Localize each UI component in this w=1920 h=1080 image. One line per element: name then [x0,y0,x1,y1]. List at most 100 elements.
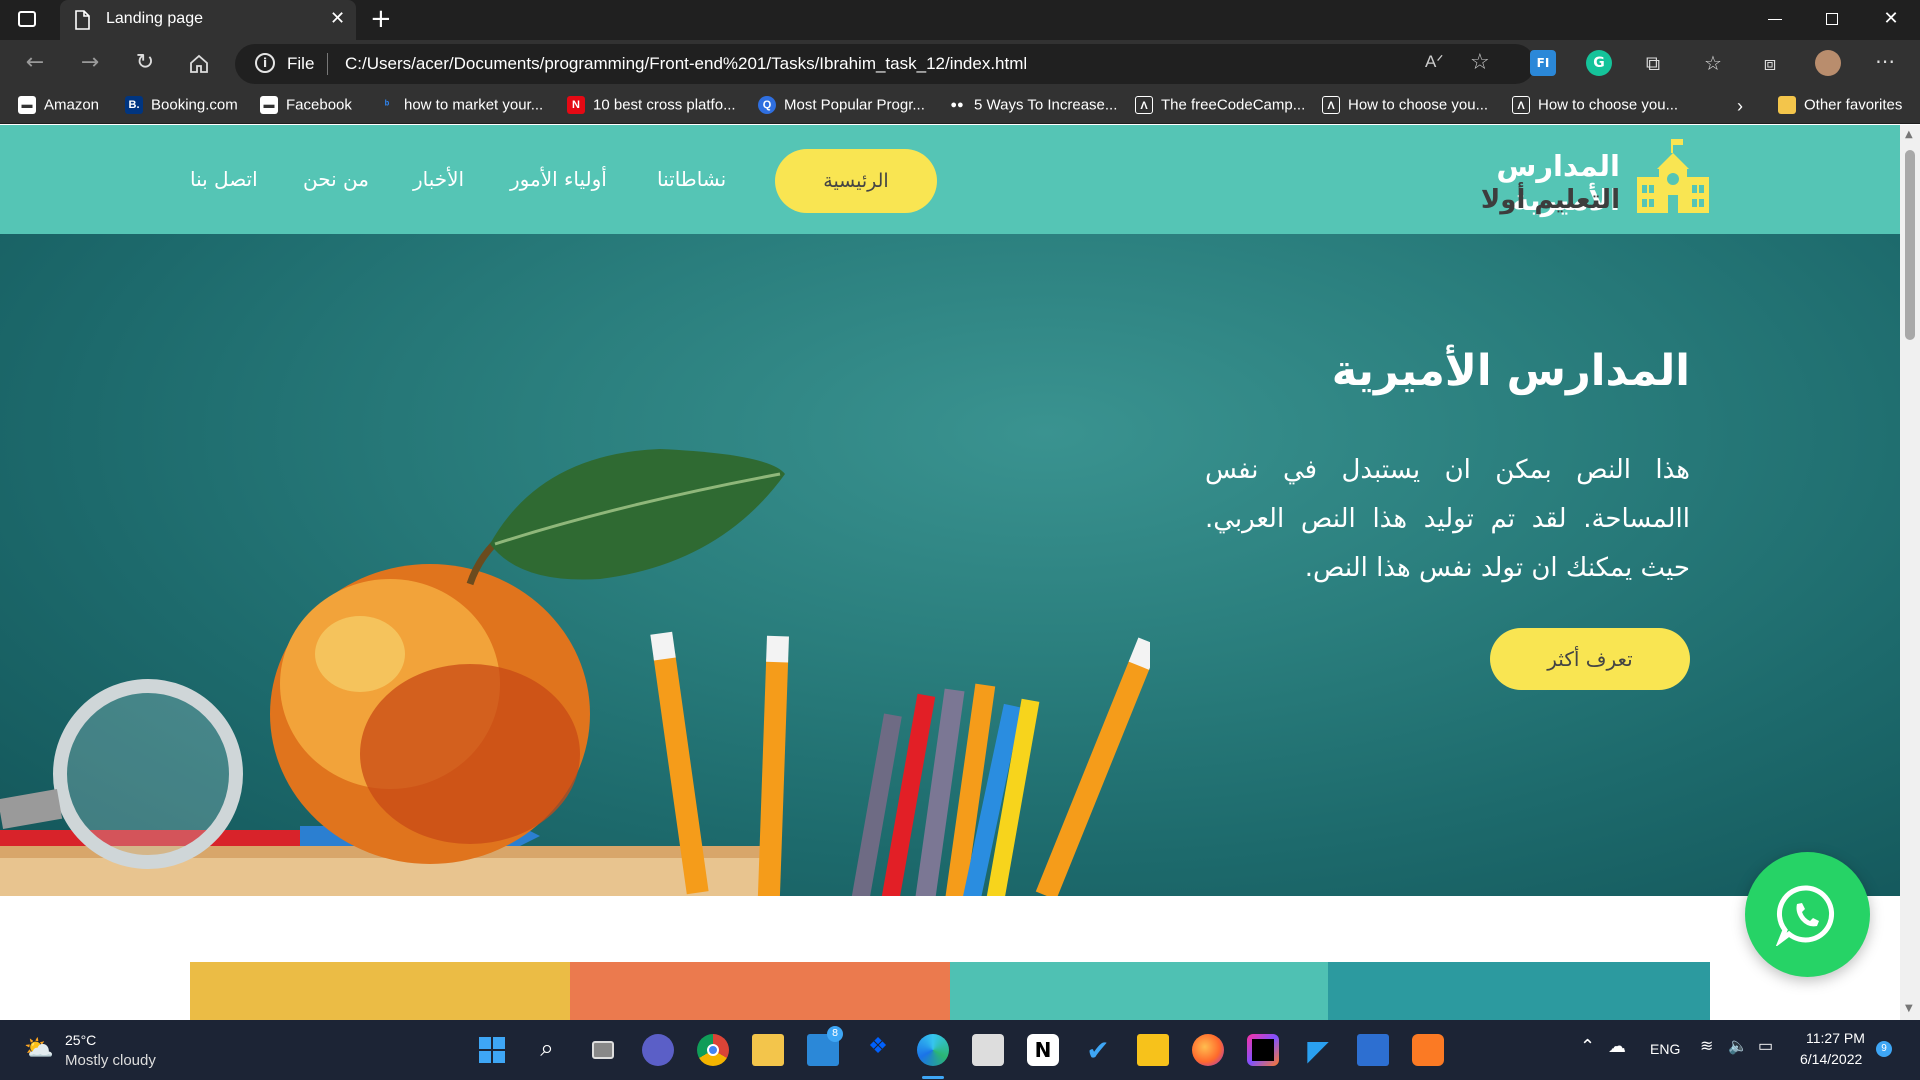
start-icon[interactable] [476,1034,508,1066]
file-explorer-icon[interactable] [752,1034,784,1066]
intellij-icon[interactable] [1247,1034,1279,1066]
notification-badge[interactable]: 9 [1876,1041,1892,1057]
scrollbar-thumb[interactable] [1905,150,1915,340]
clock-date[interactable]: 6/14/2022 [1800,1051,1862,1067]
new-tab-icon[interactable]: + [370,4,392,34]
site-info-icon[interactable]: i [255,53,275,73]
chrome-icon[interactable] [697,1034,729,1066]
favorite-item[interactable]: Λ The freeCodeCamp... [1135,96,1305,116]
hero-title: المدارس الأميرية [1331,346,1690,396]
netflix-icon: N [567,96,585,115]
address-bar[interactable]: i File C:/Users/acer/Documents/programmi… [235,44,1535,84]
freecodecamp-icon: Λ [1135,96,1153,115]
language-indicator[interactable]: ENG [1650,1041,1680,1057]
search-icon[interactable]: ⌕ [531,1034,563,1066]
favorites-icon[interactable]: ☆ [1700,50,1726,76]
keep-icon[interactable] [1137,1034,1169,1066]
dropbox-icon[interactable]: ❖ [862,1034,894,1066]
whatsapp-icon [1775,885,1835,946]
nav-news[interactable]: الأخبار [413,167,464,191]
url-text[interactable]: C:/Users/acer/Documents/programming/Fron… [345,54,1027,74]
nav-about[interactable]: من نحن [303,167,369,191]
forward-icon[interactable]: → [75,50,105,75]
browser-toolbar: ← → ↻ i File C:/Users/acer/Documents/pro… [0,40,1920,88]
home-icon[interactable] [188,53,210,75]
show-hidden-icons[interactable]: ⌃ [1580,1036,1595,1057]
clock-time[interactable]: 11:27 PM [1806,1030,1865,1046]
xampp-icon[interactable] [1412,1034,1444,1066]
whatsapp-button[interactable] [1745,852,1870,977]
extension-fi-icon[interactable]: FI [1530,50,1556,76]
scroll-down-icon[interactable]: ▼ [1905,1003,1913,1014]
freecodecamp-icon: Λ [1322,96,1340,115]
favorite-item[interactable]: ▬ Facebook [260,96,352,116]
nav-parents[interactable]: أولياء الأمور [510,167,607,191]
firefox-icon[interactable] [1192,1034,1224,1066]
favorite-item[interactable]: Λ How to choose you... [1512,96,1678,116]
medium-icon: ●● [950,99,964,112]
nav-contact[interactable]: اتصل بنا [190,167,258,191]
close-window-icon[interactable]: ✕ [1879,8,1903,29]
nav-activities[interactable]: نشاطاتنا [657,167,726,191]
hero-illustration [0,449,1150,896]
weather-description[interactable]: Mostly cloudy [65,1052,156,1069]
onedrive-icon[interactable]: ☁ [1608,1036,1626,1057]
profile-avatar[interactable] [1815,50,1841,76]
address-separator [327,53,328,75]
todo-icon[interactable]: ✔ [1082,1034,1114,1067]
edge-icon[interactable] [917,1034,949,1066]
vscode-icon[interactable]: ◤ [1302,1034,1334,1067]
windows-taskbar: ⛅ 25°C Mostly cloudy ⌕ 8 ❖ N ✔ ◤ ⌃ ☁ ENG… [0,1020,1920,1080]
volume-icon[interactable]: 🔈 [1728,1036,1748,1056]
logo-subtitle: التعليم أولا [1480,185,1620,215]
site-header: اتصل بنا من نحن الأخبار أولياء الأمور نش… [0,125,1900,234]
tab-actions-icon[interactable] [18,11,36,27]
extensions-icon[interactable]: ⧉ [1640,50,1666,76]
mail-icon[interactable]: 8 [807,1026,843,1066]
color-bar-2 [570,962,950,1020]
chevron-right-icon[interactable]: › [1737,96,1743,116]
mail-badge: 8 [827,1026,843,1042]
folder-icon [1778,96,1796,115]
favorite-item[interactable]: ᵇ how to market your... [378,96,543,116]
freecodecamp-icon: Λ [1512,96,1530,115]
favorite-item[interactable]: Q Most Popular Progr... [758,96,925,116]
collections-icon[interactable]: ⧈ [1757,50,1783,76]
minimize-icon[interactable] [1768,19,1782,20]
wifi-icon[interactable]: ≋ [1700,1036,1713,1056]
color-bar-4 [1328,962,1710,1020]
close-tab-icon[interactable]: ✕ [330,8,345,29]
battery-icon[interactable]: ▭ [1758,1036,1773,1056]
favorite-item[interactable]: B. Booking.com [125,96,238,116]
grammarly-icon[interactable]: G [1586,50,1612,76]
booking-icon: B. [125,96,143,115]
restore-icon[interactable] [1826,13,1838,25]
favorite-item[interactable]: Λ How to choose you... [1322,96,1488,116]
page-viewport: اتصل بنا من نحن الأخبار أولياء الأمور نش… [0,125,1900,1020]
favorite-item[interactable]: ▬ Amazon [18,96,99,116]
facebook-icon: ▬ [260,96,278,115]
task-view-icon[interactable] [587,1034,619,1066]
weather-temperature[interactable]: 25°C [65,1032,96,1048]
media-player-icon[interactable] [1357,1034,1389,1066]
weather-icon[interactable]: ⛅ [24,1034,54,1062]
scroll-up-icon[interactable]: ▲ [1905,129,1913,140]
favorites-bar: ▬ Amazon B. Booking.com ▬ Facebook ᵇ how to … [0,88,1920,124]
browser-tab[interactable]: Landing page ✕ [60,0,356,40]
more-menu-icon[interactable]: ⋯ [1872,48,1898,74]
read-aloud-icon[interactable]: Aᐟ [1425,52,1444,72]
back-icon[interactable]: ← [20,50,50,75]
bing-icon: ᵇ [384,99,390,112]
teams-chat-icon[interactable] [642,1034,674,1066]
favorite-item[interactable]: ●● 5 Ways To Increase... [948,96,1117,116]
add-favorite-icon[interactable]: ☆ [1470,50,1490,75]
page-scrollbar[interactable]: ▲ ▼ [1900,125,1920,1020]
favorite-item[interactable]: N 10 best cross platfo... [567,96,736,116]
notion-icon[interactable]: N [1027,1034,1059,1066]
school-logo-icon[interactable] [1635,137,1711,217]
snipping-tool-icon[interactable] [972,1034,1004,1066]
other-favorites[interactable]: Other favorites [1778,96,1902,116]
learn-more-button[interactable]: تعرف أكثر [1490,628,1690,690]
refresh-icon[interactable]: ↻ [130,50,160,75]
nav-home-button[interactable]: الرئيسية [775,149,937,213]
